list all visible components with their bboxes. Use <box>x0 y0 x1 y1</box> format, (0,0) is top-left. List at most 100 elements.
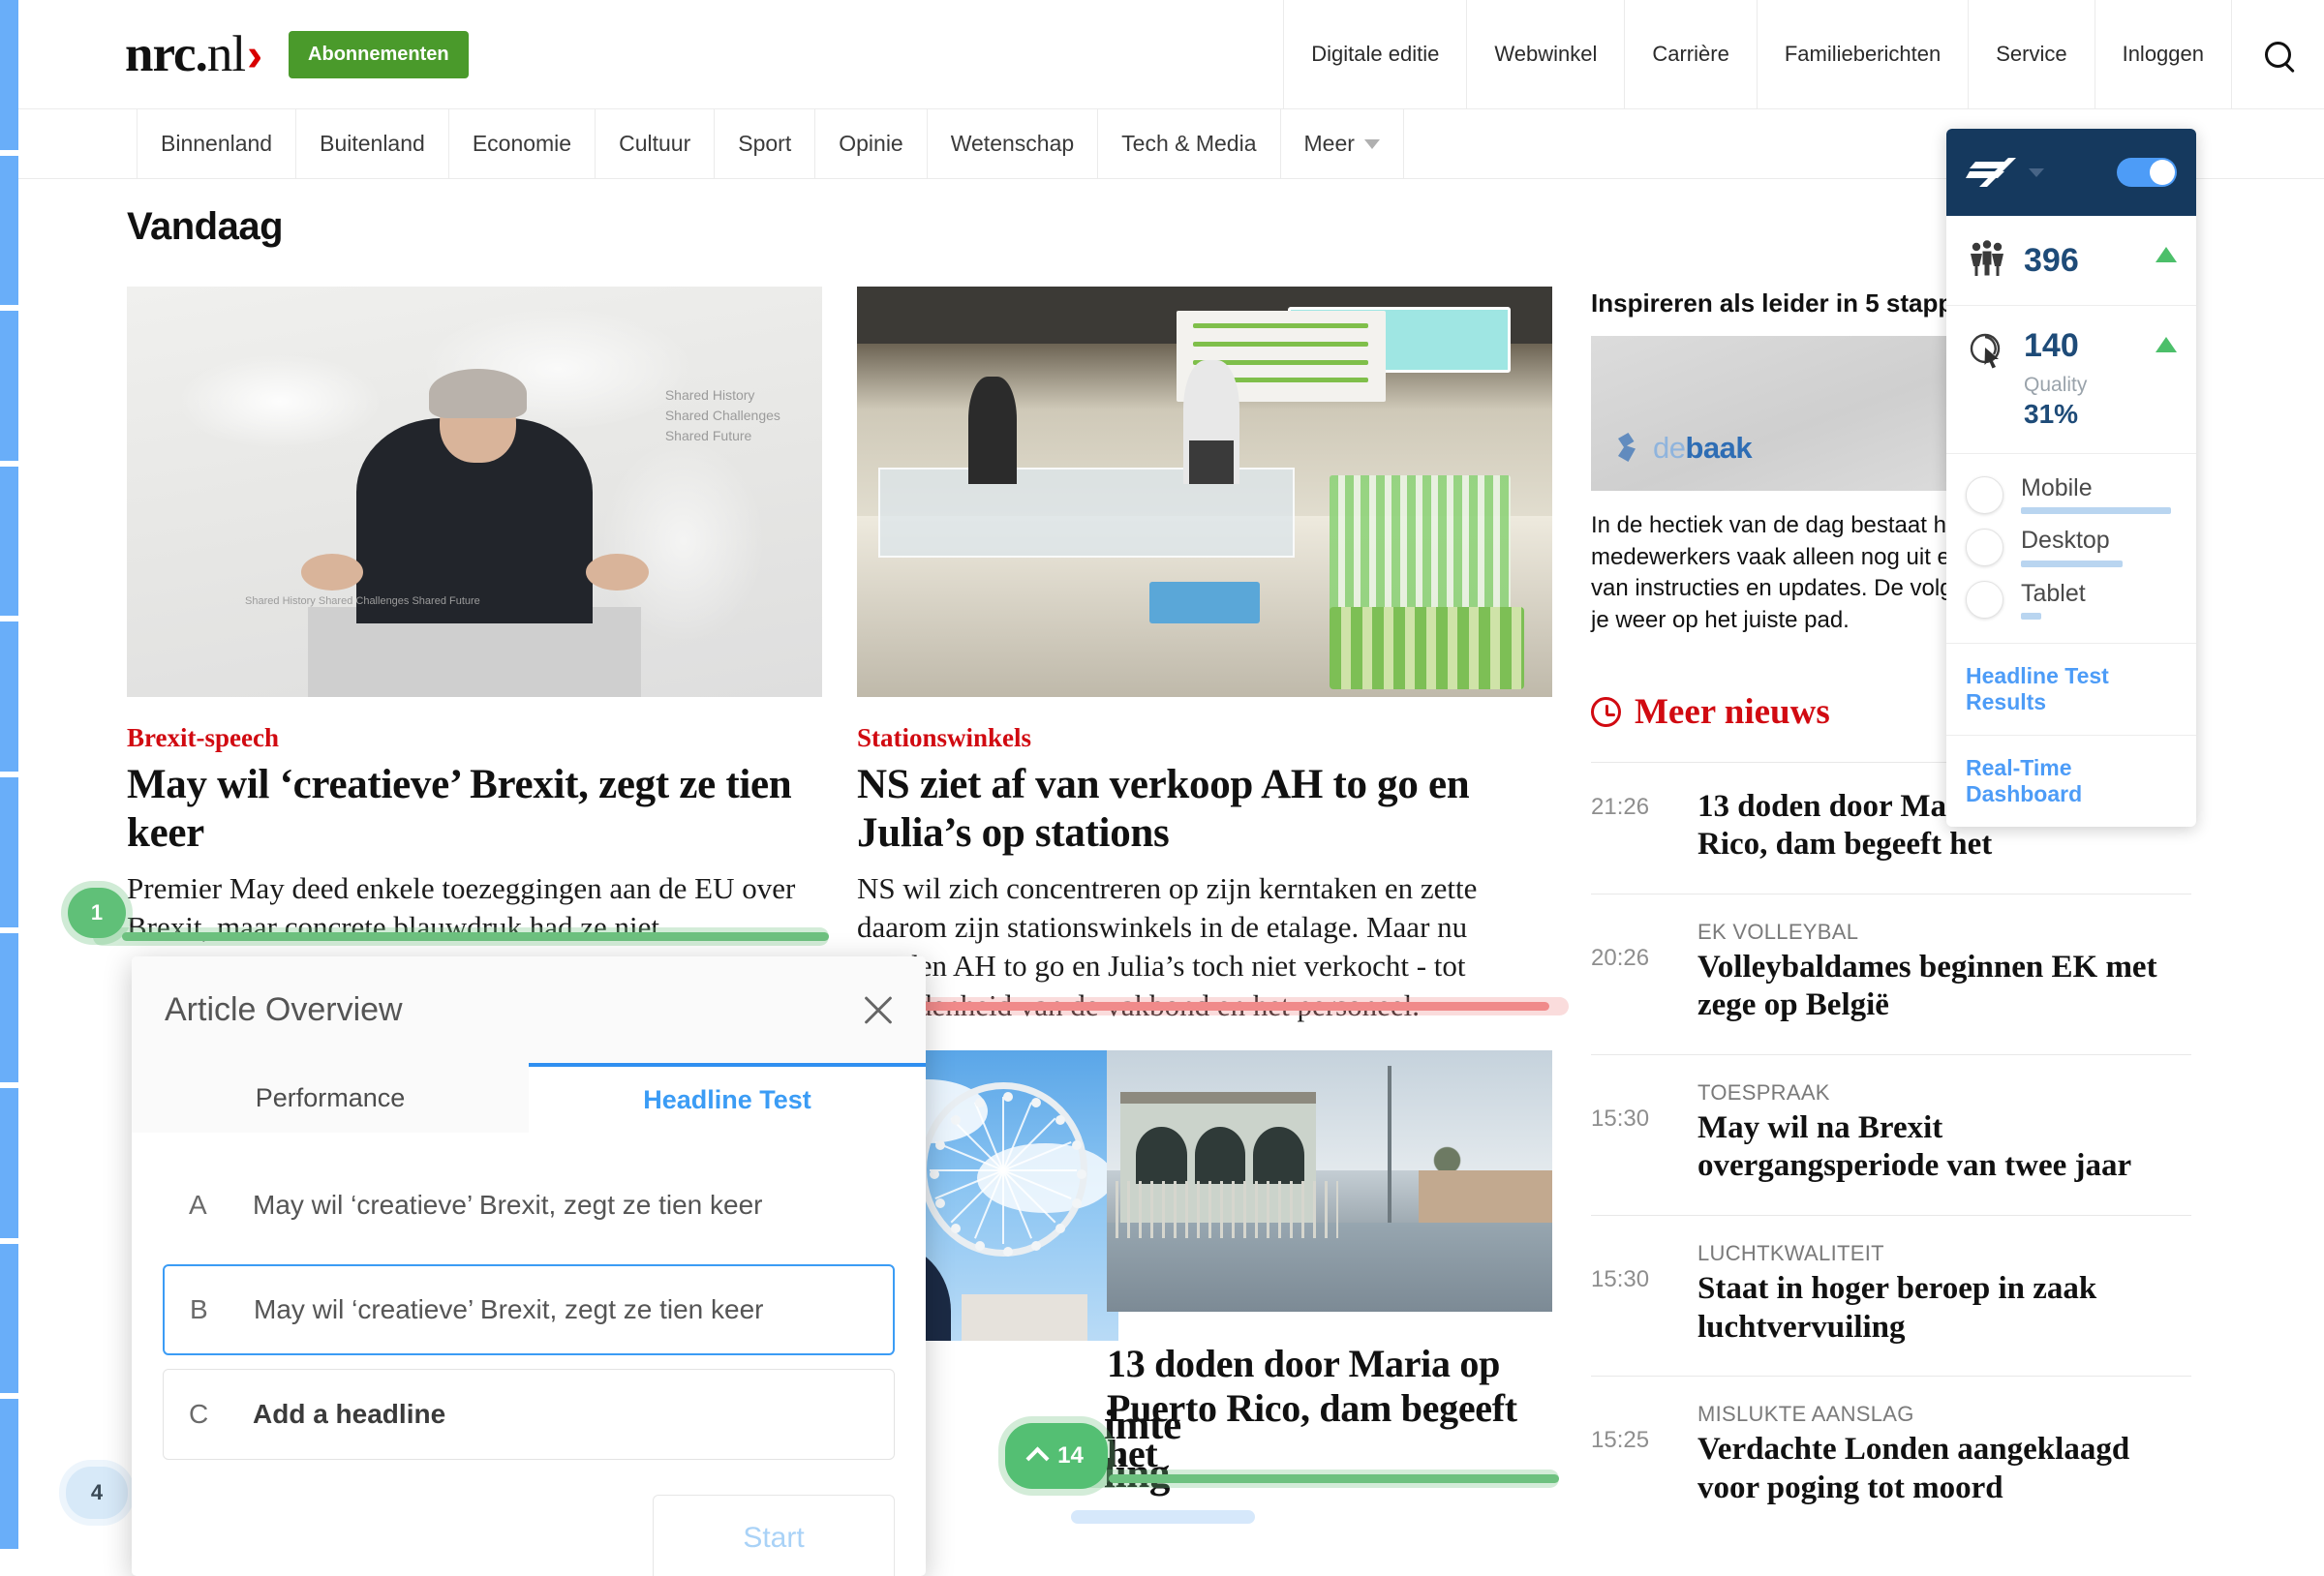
section-nav-item-tech-media[interactable]: Tech & Media <box>1098 109 1281 178</box>
chartbeat-logo-icon[interactable] <box>1966 156 2044 189</box>
quality-value: 31% <box>2024 399 2079 429</box>
device-radio-tablet[interactable] <box>1966 581 2003 620</box>
photo-ferris-wheel <box>919 1082 1087 1257</box>
triangle-up-icon <box>2156 337 2177 352</box>
triangle-up-icon <box>2156 247 2177 262</box>
lead-article-mid-image[interactable] <box>857 287 1552 697</box>
lead-article-mid[interactable]: Stationswinkels NS ziet af van verkoop A… <box>857 287 1552 1025</box>
logo-nrc-text: nrc <box>125 25 197 82</box>
photo-wheel-spoke <box>950 1169 1004 1224</box>
rail-segment[interactable] <box>0 466 18 617</box>
people-icon <box>1971 240 2003 276</box>
lead-left-kicker: Brexit-speech <box>127 723 279 752</box>
top-nav-item-carriere[interactable]: Carrière <box>1624 0 1756 108</box>
rank-badge-4[interactable]: 4 <box>66 1467 128 1519</box>
device-bar-tablet <box>2021 612 2041 620</box>
section-nav-item-economie[interactable]: Economie <box>449 109 596 178</box>
section-nav-item-buitenland[interactable]: Buitenland <box>296 109 449 178</box>
advertiser-logo-de: de <box>1653 431 1686 465</box>
tab-headline-test[interactable]: Headline Test <box>529 1063 926 1133</box>
rail-segment[interactable] <box>0 932 18 1083</box>
list-item[interactable]: 15:30 TOESPRAAK May wil na Brexit overga… <box>1591 1053 2191 1215</box>
lead-article-left-image[interactable]: Shared History Shared Challenges Shared Fu… <box>127 287 822 697</box>
section-nav-item-sport[interactable]: Sport <box>715 109 816 178</box>
subscribe-button[interactable]: Abonnementen <box>289 30 469 78</box>
search-button[interactable] <box>2231 0 2324 108</box>
photo-tray <box>1148 582 1261 623</box>
headline-option-c[interactable]: C Add a headline <box>163 1369 895 1460</box>
chevron-down-icon <box>1363 138 1380 149</box>
photo-arch <box>1135 1127 1187 1185</box>
analytics-toggle[interactable] <box>2117 158 2177 187</box>
left-engagement-rail[interactable] <box>0 0 18 1549</box>
more-news-list: 21:26 13 doden door Maria op Puerto Rico… <box>1591 761 2191 1537</box>
chevron-down-icon[interactable] <box>2029 167 2044 177</box>
device-row-desktop[interactable]: Desktop <box>1966 528 2177 567</box>
real-time-dashboard-link[interactable]: Real-Time Dashboard <box>1946 736 2196 827</box>
lead-left-headline[interactable]: May wil ‘creatieve’ Brexit, zegt ze tien… <box>127 761 822 858</box>
device-radio-desktop[interactable] <box>1966 528 2003 566</box>
photo-utility-pole <box>1387 1066 1391 1239</box>
rail-segment[interactable] <box>0 1243 18 1394</box>
lead-mid-headline[interactable]: NS ziet af van verkoop AH to go en Julia… <box>857 761 1552 858</box>
rail-segment[interactable] <box>0 311 18 461</box>
engagement-underline-blue <box>1071 1510 1255 1524</box>
device-radio-mobile[interactable] <box>1966 475 2003 514</box>
modal-title: Article Overview <box>165 990 403 1028</box>
section-nav-item-wetenschap[interactable]: Wetenschap <box>928 109 1099 178</box>
photo-wheel-capsule <box>1031 1098 1042 1108</box>
photo-wheel-capsule <box>934 1139 945 1150</box>
headline-test-results-link[interactable]: Headline Test Results <box>1946 644 2196 736</box>
list-item[interactable]: 15:30 LUCHTKWALITEIT Staat in hoger bero… <box>1591 1215 2191 1376</box>
photo-station-shop <box>857 287 1552 697</box>
rail-segment[interactable] <box>0 776 18 927</box>
list-item[interactable]: 20:26 EK VOLLEYBAL Volleybaldames beginn… <box>1591 893 2191 1054</box>
rail-segment[interactable] <box>0 1088 18 1238</box>
headline-option-a[interactable]: A May wil ‘creatieve’ Brexit, zegt ze ti… <box>163 1160 895 1251</box>
rank-badge-1[interactable]: 1 <box>68 888 126 938</box>
rail-segment[interactable] <box>0 0 18 150</box>
site-logo[interactable]: nrc. nl › <box>125 25 262 82</box>
device-row-mobile[interactable]: Mobile <box>1966 475 2177 515</box>
section-nav-item-cultuur[interactable]: Cultuur <box>596 109 716 178</box>
top-nav-item-digitale-editie[interactable]: Digitale editie <box>1283 0 1466 108</box>
section-nav-item-meer[interactable]: Meer <box>1281 109 1404 178</box>
tab-performance[interactable]: Performance <box>132 1063 529 1133</box>
secondary-mid-headline[interactable]: 13 doden door Maria op Puerto Rico, dam … <box>1107 1342 1562 1476</box>
close-icon[interactable] <box>860 991 897 1028</box>
lead-article-left[interactable]: Shared History Shared Challenges Shared Fu… <box>127 287 822 947</box>
chevron-up-icon <box>1025 1446 1050 1470</box>
top-nav-item-service[interactable]: Service <box>1968 0 2094 108</box>
secondary-article-mid-image[interactable] <box>1107 1050 1552 1312</box>
photo-building <box>962 1294 1087 1341</box>
top-nav-item-inloggen[interactable]: Inloggen <box>2094 0 2231 108</box>
scroll-depth-badge[interactable]: 14 <box>1005 1423 1108 1489</box>
top-nav-item-familieberichten[interactable]: Familieberichten <box>1756 0 1968 108</box>
rail-segment[interactable] <box>0 621 18 772</box>
headline-option-a-text: May wil ‘creatieve’ Brexit, zegt ze tien… <box>253 1190 763 1220</box>
headline-option-b-letter: B <box>190 1294 208 1324</box>
analytics-overlay-panel[interactable]: 396 140 Quality 31% Mobile Desktop Table… <box>1946 129 2196 827</box>
section-nav-item-opinie[interactable]: Opinie <box>815 109 928 178</box>
photo-wheel-capsule <box>1003 1092 1014 1103</box>
photo-puerto-rico-flood <box>1107 1050 1552 1312</box>
top-nav-item-webwinkel[interactable]: Webwinkel <box>1466 0 1624 108</box>
modal-tabs: Performance Headline Test <box>132 1063 926 1133</box>
rail-segment[interactable] <box>0 1399 18 1549</box>
start-button[interactable]: Start <box>653 1495 895 1576</box>
cursor-dial-icon <box>1970 333 2001 369</box>
list-item[interactable]: 15:25 MISLUKTE AANSLAG Verdachte Londen … <box>1591 1376 2191 1536</box>
rail-segment[interactable] <box>0 155 18 306</box>
analytics-device-breakdown: Mobile Desktop Tablet <box>1946 454 2196 644</box>
article-overview-modal[interactable]: Article Overview Performance Headline Te… <box>132 956 926 1576</box>
news-kicker: EK VOLLEYBAL <box>1697 919 1859 944</box>
page-title: Vandaag <box>127 205 284 248</box>
engagement-underline-mid <box>852 1002 1549 1011</box>
section-nav-item-binnenland[interactable]: Binnenland <box>137 109 297 178</box>
device-row-tablet[interactable]: Tablet <box>1966 580 2177 620</box>
news-kicker: LUCHTKWALITEIT <box>1697 1241 1884 1266</box>
headline-option-b[interactable]: B May wil ‘creatieve’ Brexit, zegt ze ti… <box>163 1264 895 1355</box>
photo-arch <box>1253 1127 1305 1185</box>
news-time: 15:25 <box>1591 1427 1650 1454</box>
engagement-underline-left <box>122 932 829 941</box>
